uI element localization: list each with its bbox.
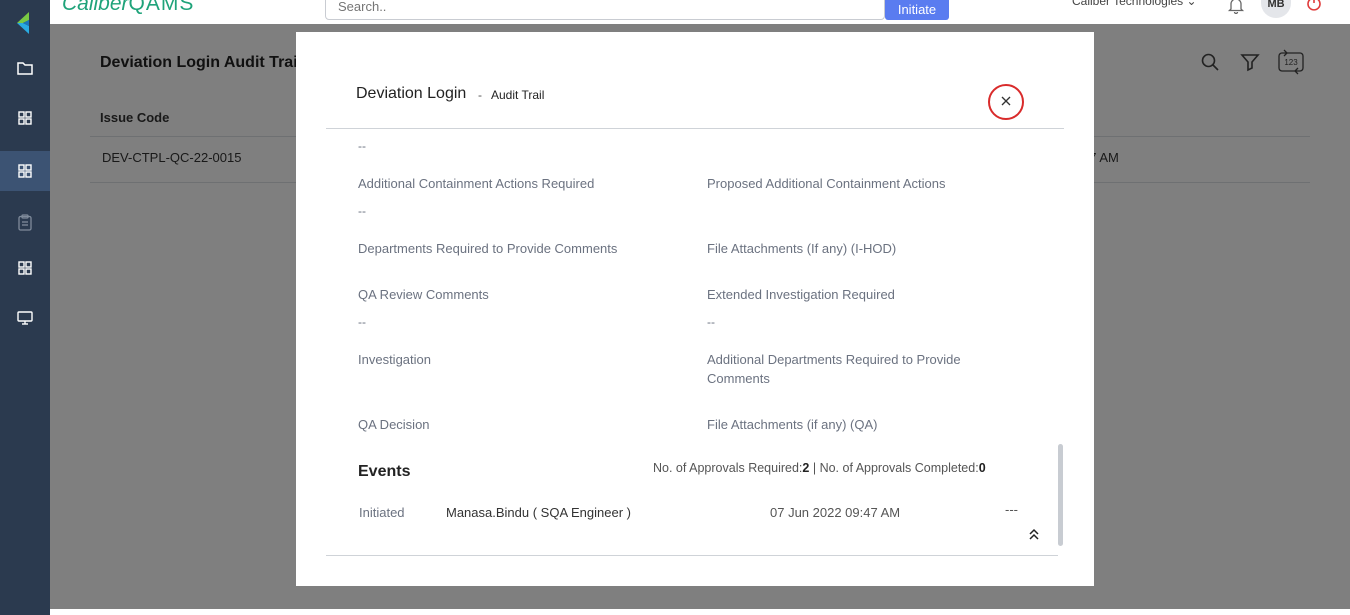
brand-logo[interactable]: CaliberQAMS [62, 0, 194, 16]
power-icon[interactable] [1305, 0, 1323, 17]
logo-icon[interactable] [15, 10, 35, 36]
sidebar-item-reports[interactable] [0, 151, 50, 191]
event-remark: --- [1005, 502, 1018, 517]
field-label-proposed-containment: Proposed Additional Containment Actions [707, 176, 946, 191]
approvals-completed-count: 0 [978, 461, 986, 475]
approvals-required-label: No. of Approvals Required: [653, 461, 803, 475]
approvals-required-count: 2 [802, 461, 810, 475]
sidebar [0, 0, 50, 615]
sidebar-item-folder[interactable] [0, 48, 50, 88]
sidebar-item-tasks[interactable] [0, 202, 50, 242]
scrollbar[interactable] [1058, 444, 1063, 546]
field-label-additional-departments: Additional Departments Required to Provi… [707, 352, 961, 386]
grid-icon [18, 164, 32, 178]
sidebar-item-monitor[interactable] [0, 298, 50, 338]
approvals-divider: | [812, 461, 817, 475]
bell-icon[interactable] [1227, 0, 1245, 19]
sidebar-item-dashboard[interactable] [0, 98, 50, 138]
avatar[interactable]: MB [1261, 0, 1291, 18]
brand-name: Caliber [62, 0, 129, 15]
field-value-additional-containment: -- [358, 204, 366, 218]
field-label-qa-decision: QA Decision [358, 417, 430, 432]
field-value: -- [358, 139, 366, 153]
company-name: Caliber Technologies [1072, 0, 1184, 8]
approvals-completed-label: No. of Approvals Completed: [819, 461, 979, 475]
audit-trail-modal: Deviation Login - Audit Trail -- Additio… [296, 32, 1094, 586]
field-label-qa-review: QA Review Comments [358, 287, 489, 302]
field-label-file-attachments-ihod: File Attachments (If any) (I-HOD) [707, 241, 897, 256]
field-value-extended-investigation: -- [707, 315, 715, 329]
initiate-button[interactable]: Initiate [885, 0, 949, 20]
monitor-icon [17, 311, 33, 325]
title-separator: - [478, 88, 482, 102]
field-label-departments-comments: Departments Required to Provide Comments [358, 241, 618, 256]
event-action: Initiated [359, 505, 405, 520]
event-user: Manasa.Bindu ( SQA Engineer ) [446, 505, 631, 520]
company-selector[interactable]: Caliber Technologies ⌄ [1072, 0, 1197, 8]
modal-divider [326, 128, 1064, 129]
close-button[interactable] [988, 84, 1024, 120]
field-value-qa-review: -- [358, 315, 366, 329]
events-heading: Events [358, 463, 411, 480]
field-label-extended-investigation: Extended Investigation Required [707, 287, 895, 302]
grid-icon [18, 261, 32, 275]
field-label-file-attachments-qa: File Attachments (if any) (QA) [707, 417, 878, 432]
approvals-summary: No. of Approvals Required:2 | No. of App… [653, 461, 986, 475]
grid-icon [18, 111, 32, 125]
folder-icon [17, 61, 33, 75]
field-label-additional-containment: Additional Containment Actions Required [358, 176, 595, 191]
brand-suffix: QAMS [128, 0, 195, 15]
event-date: 07 Jun 2022 09:47 AM [770, 505, 901, 520]
search-input[interactable] [325, 0, 885, 20]
modal-divider [326, 555, 1058, 556]
field-label-investigation: Investigation [358, 352, 431, 367]
double-chevron-up-icon[interactable] [1027, 527, 1041, 546]
clipboard-icon [18, 213, 32, 231]
top-header: CaliberQAMS Initiate Caliber Technologie… [50, 0, 1350, 24]
modal-subtitle: Audit Trail [491, 88, 545, 102]
close-icon [1001, 93, 1011, 111]
sidebar-item-modules[interactable] [0, 248, 50, 288]
chevron-down-icon: ⌄ [1186, 0, 1197, 8]
modal-title: Deviation Login [356, 85, 467, 102]
